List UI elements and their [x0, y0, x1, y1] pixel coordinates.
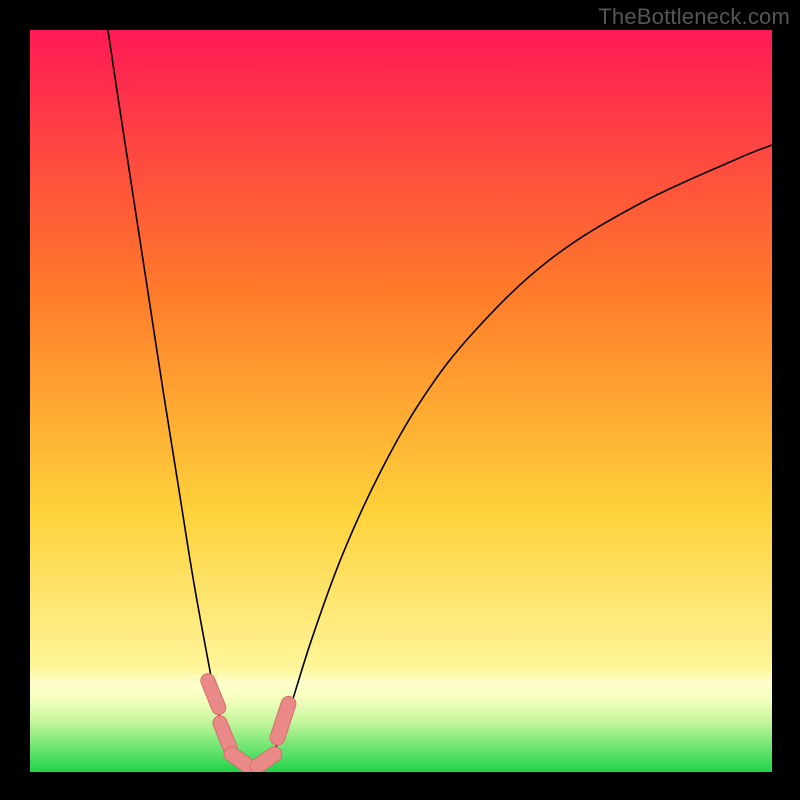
bottleneck-curve-chart — [30, 30, 772, 772]
chart-frame: TheBottleneck.com — [0, 0, 800, 800]
plot-background — [30, 30, 772, 772]
watermark-text: TheBottleneck.com — [598, 4, 790, 30]
